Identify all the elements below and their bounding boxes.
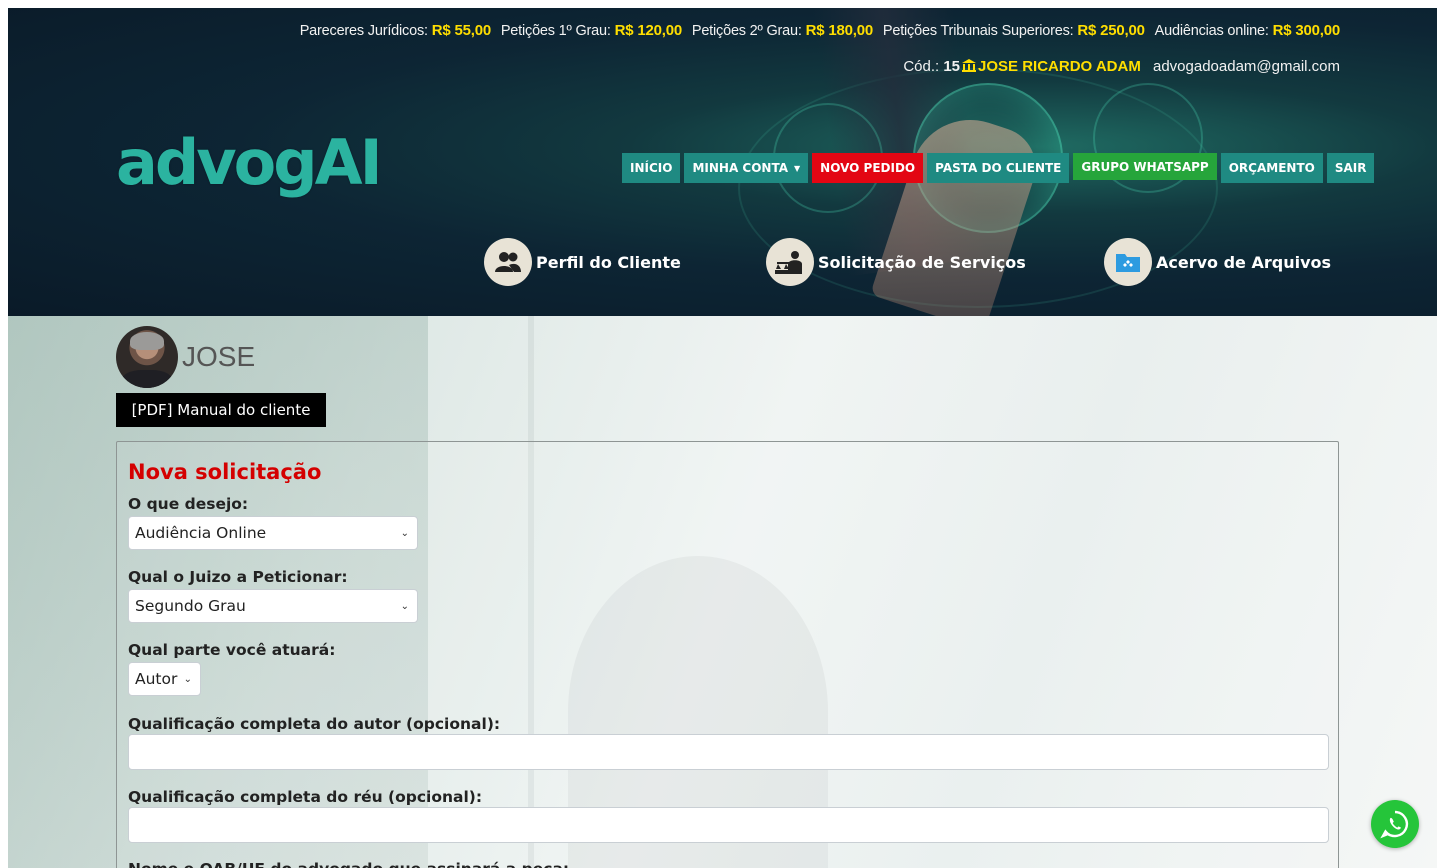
court-select[interactable]: Segundo Grau ⌄ bbox=[128, 589, 418, 623]
user-info: Cód.: 15 JOSE RICARDO ADAM advogadoadam@g… bbox=[903, 58, 1340, 75]
nav-label: ORÇAMENTO bbox=[1228, 161, 1315, 175]
site-logo[interactable]: advogAI bbox=[116, 126, 383, 199]
author-qualification-input[interactable] bbox=[128, 734, 1329, 770]
quick-link-label: Perfil do Cliente bbox=[536, 252, 681, 272]
price-item: Audiências online: R$ 300,00 bbox=[1154, 22, 1341, 39]
price-value: R$ 120,00 bbox=[614, 22, 683, 39]
whatsapp-icon bbox=[1380, 810, 1409, 839]
party-select-value: Autor bbox=[135, 670, 178, 688]
nav-label: GRUPO WHATSAPP bbox=[1081, 159, 1209, 174]
price-value: R$ 250,00 bbox=[1077, 22, 1145, 39]
nav-whatsapp-group-button[interactable]: GRUPO WHATSAPP bbox=[1073, 153, 1217, 180]
court-label: Qual o Juizo a Peticionar: bbox=[128, 568, 348, 586]
request-form: Nova solicitação O que desejo: Audiência… bbox=[116, 441, 1339, 868]
price-label: Pareceres Jurídicos: bbox=[299, 23, 428, 39]
justice-icon bbox=[766, 238, 814, 286]
nav-client-folder-button[interactable]: PASTA DO CLIENTE bbox=[927, 153, 1070, 183]
nav-label: NOVO PEDIDO bbox=[820, 161, 916, 175]
nav-label: SAIR bbox=[1334, 161, 1367, 175]
author-qualification-label: Qualificação completa do autor (opcional… bbox=[128, 715, 501, 733]
lawyer-label: Nome e OAB/UF do advogado que assinará a… bbox=[128, 860, 569, 868]
avatar bbox=[116, 326, 178, 388]
main-nav: INÍCIO MINHA CONTA ▼ NOVO PEDIDO PASTA DO… bbox=[622, 153, 1375, 183]
caret-down-icon: ▼ bbox=[794, 163, 801, 173]
quick-link-service-request[interactable]: Solicitação de Serviços bbox=[766, 238, 1026, 286]
nav-logout-button[interactable]: SAIR bbox=[1326, 153, 1375, 183]
court-select-value: Segundo Grau bbox=[135, 597, 246, 615]
user-name[interactable]: JOSE RICARDO ADAM bbox=[978, 58, 1141, 75]
user-email: advogadoadam@gmail.com bbox=[1153, 58, 1340, 75]
avatar-shirt bbox=[122, 370, 172, 388]
form-title: Nova solicitação bbox=[128, 460, 322, 484]
site-header: Pareceres Jurídicos: R$ 55,00 Petições 1… bbox=[8, 8, 1437, 316]
price-value: R$ 55,00 bbox=[431, 22, 491, 39]
folder-icon bbox=[1104, 238, 1152, 286]
desire-label: O que desejo: bbox=[128, 495, 249, 513]
party-select[interactable]: Autor ⌄ bbox=[128, 662, 201, 696]
chevron-down-icon: ⌄ bbox=[400, 600, 409, 612]
nav-my-account-button[interactable]: MINHA CONTA ▼ bbox=[684, 153, 809, 183]
price-label: Petições 1º Grau: bbox=[500, 23, 611, 39]
defendant-qualification-label: Qualificação completa do réu (opcional): bbox=[128, 788, 483, 806]
price-value: R$ 180,00 bbox=[805, 22, 874, 39]
nav-home-button[interactable]: INÍCIO bbox=[622, 153, 681, 183]
quick-link-label: Acervo de Arquivos bbox=[1156, 252, 1332, 272]
price-item: Petições Tribunais Superiores: R$ 250,00 bbox=[882, 22, 1145, 39]
desire-select-value: Audiência Online bbox=[135, 524, 267, 542]
price-item: Petições 2º Grau: R$ 180,00 bbox=[691, 22, 874, 39]
price-label: Audiências online: bbox=[1154, 23, 1269, 39]
main-content: JOSE [PDF] Manual do cliente Nova solici… bbox=[8, 316, 1437, 868]
users-icon bbox=[484, 238, 532, 286]
manual-pdf-button[interactable]: [PDF] Manual do cliente bbox=[116, 393, 326, 427]
price-label: Petições 2º Grau: bbox=[691, 23, 802, 39]
code-label: Cód.: bbox=[903, 58, 940, 75]
chevron-down-icon: ⌄ bbox=[183, 673, 192, 685]
price-label: Petições Tribunais Superiores: bbox=[882, 23, 1074, 39]
party-label: Qual parte você atuará: bbox=[128, 641, 336, 659]
nav-new-order-button[interactable]: NOVO PEDIDO bbox=[812, 153, 924, 183]
quick-link-label: Solicitação de Serviços bbox=[818, 252, 1026, 272]
profile-name: JOSE bbox=[182, 341, 256, 372]
price-item: Pareceres Jurídicos: R$ 55,00 bbox=[299, 22, 491, 39]
nav-label: PASTA DO CLIENTE bbox=[935, 161, 1062, 175]
avatar-hair bbox=[130, 332, 164, 350]
nav-budget-button[interactable]: ORÇAMENTO bbox=[1220, 153, 1323, 183]
quick-link-file-archive[interactable]: Acervo de Arquivos bbox=[1104, 238, 1331, 286]
profile-header: JOSE bbox=[116, 326, 255, 388]
defendant-qualification-input[interactable] bbox=[128, 807, 1329, 843]
quick-link-client-profile[interactable]: Perfil do Cliente bbox=[484, 238, 681, 286]
price-item: Petições 1º Grau: R$ 120,00 bbox=[500, 22, 683, 39]
nav-label: MINHA CONTA bbox=[692, 161, 789, 175]
whatsapp-float-button[interactable] bbox=[1371, 800, 1419, 848]
desire-select[interactable]: Audiência Online ⌄ bbox=[128, 516, 418, 550]
nav-label: INÍCIO bbox=[630, 161, 673, 175]
price-list: Pareceres Jurídicos: R$ 55,00 Petições 1… bbox=[294, 22, 1341, 39]
price-value: R$ 300,00 bbox=[1272, 22, 1341, 39]
chevron-down-icon: ⌄ bbox=[400, 527, 409, 539]
user-code: 15 bbox=[943, 58, 961, 75]
bank-icon bbox=[962, 59, 977, 72]
